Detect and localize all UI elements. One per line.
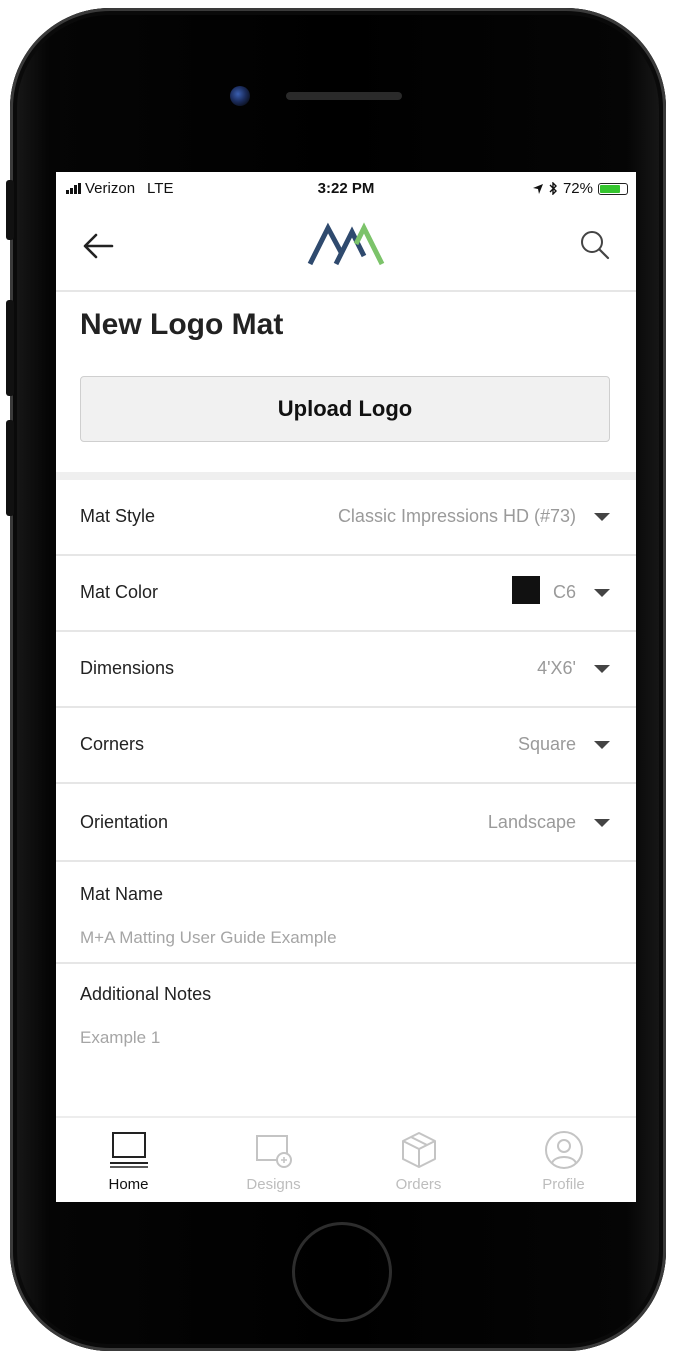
status-bar: Verizon LTE 3:22 PM 72%	[56, 172, 636, 204]
brand-logo	[307, 222, 385, 266]
mat-name-label: Mat Name	[80, 884, 164, 904]
notes-label: Additional Notes	[80, 984, 212, 1004]
chevron-down-icon	[594, 665, 610, 673]
front-camera	[230, 86, 250, 106]
corners-row[interactable]: Corners Square	[56, 708, 636, 784]
profile-icon	[545, 1131, 583, 1169]
mat-style-value: Classic Impressions HD (#73)	[337, 506, 576, 526]
tab-profile[interactable]: Profile	[491, 1118, 636, 1202]
notes-field[interactable]: Additional Notes Example 1	[56, 964, 636, 1114]
chevron-down-icon	[594, 819, 610, 827]
mat-style-row[interactable]: Mat Style Classic Impressions HD (#73)	[56, 480, 636, 556]
mat-style-label: Mat Style	[80, 506, 156, 526]
corners-label: Corners	[80, 734, 145, 754]
volume-up-button	[6, 300, 14, 396]
tab-orders-label: Orders	[395, 1176, 442, 1193]
dimensions-label: Dimensions	[80, 658, 175, 678]
tab-home-label: Home	[108, 1176, 149, 1193]
home-button[interactable]	[292, 1222, 392, 1322]
app-header	[56, 204, 636, 292]
tab-profile-label: Profile	[542, 1176, 585, 1193]
tab-orders[interactable]: Orders	[346, 1118, 491, 1202]
search-icon[interactable]	[578, 228, 612, 262]
mat-color-label: Mat Color	[80, 582, 159, 602]
location-icon	[532, 183, 543, 194]
section-divider	[56, 472, 636, 480]
designs-icon	[256, 1135, 292, 1168]
mat-color-value: C6	[552, 582, 576, 602]
tab-designs[interactable]: Designs	[201, 1118, 346, 1202]
bluetooth-icon	[549, 182, 557, 195]
battery-percent: 72%	[562, 180, 593, 197]
laptop-icon	[110, 1132, 148, 1168]
box-icon	[402, 1132, 436, 1168]
orientation-value: Landscape	[487, 812, 576, 832]
tab-designs-label: Designs	[246, 1176, 301, 1193]
corners-value: Square	[517, 734, 576, 754]
color-swatch	[512, 576, 540, 604]
dimensions-value: 4'X6'	[537, 658, 576, 678]
dimensions-row[interactable]: Dimensions 4'X6'	[56, 632, 636, 708]
volume-down-button	[6, 420, 14, 516]
orientation-label: Orientation	[80, 812, 169, 832]
earpiece-speaker	[286, 92, 402, 100]
battery-icon	[598, 182, 628, 195]
mat-name-input[interactable]: M+A Matting User Guide Example	[80, 928, 337, 948]
upload-logo-button[interactable]: Upload Logo	[80, 376, 610, 442]
mat-color-row[interactable]: Mat Color C6	[56, 556, 636, 632]
chevron-down-icon	[594, 513, 610, 521]
page-title: New Logo Mat	[80, 308, 284, 341]
chevron-down-icon	[594, 589, 610, 597]
orientation-row[interactable]: Orientation Landscape	[56, 786, 636, 862]
back-arrow-icon[interactable]	[78, 226, 118, 266]
notes-input[interactable]: Example 1	[80, 1028, 160, 1048]
mat-name-field[interactable]: Mat Name M+A Matting User Guide Example	[56, 862, 636, 964]
chevron-down-icon	[594, 741, 610, 749]
bottom-tab-bar: Home Designs Orders Profile	[56, 1116, 636, 1202]
mute-switch	[6, 180, 14, 240]
tab-home[interactable]: Home	[56, 1118, 201, 1202]
app-screen: Verizon LTE 3:22 PM 72% New Logo Mat Upl…	[56, 172, 636, 1202]
